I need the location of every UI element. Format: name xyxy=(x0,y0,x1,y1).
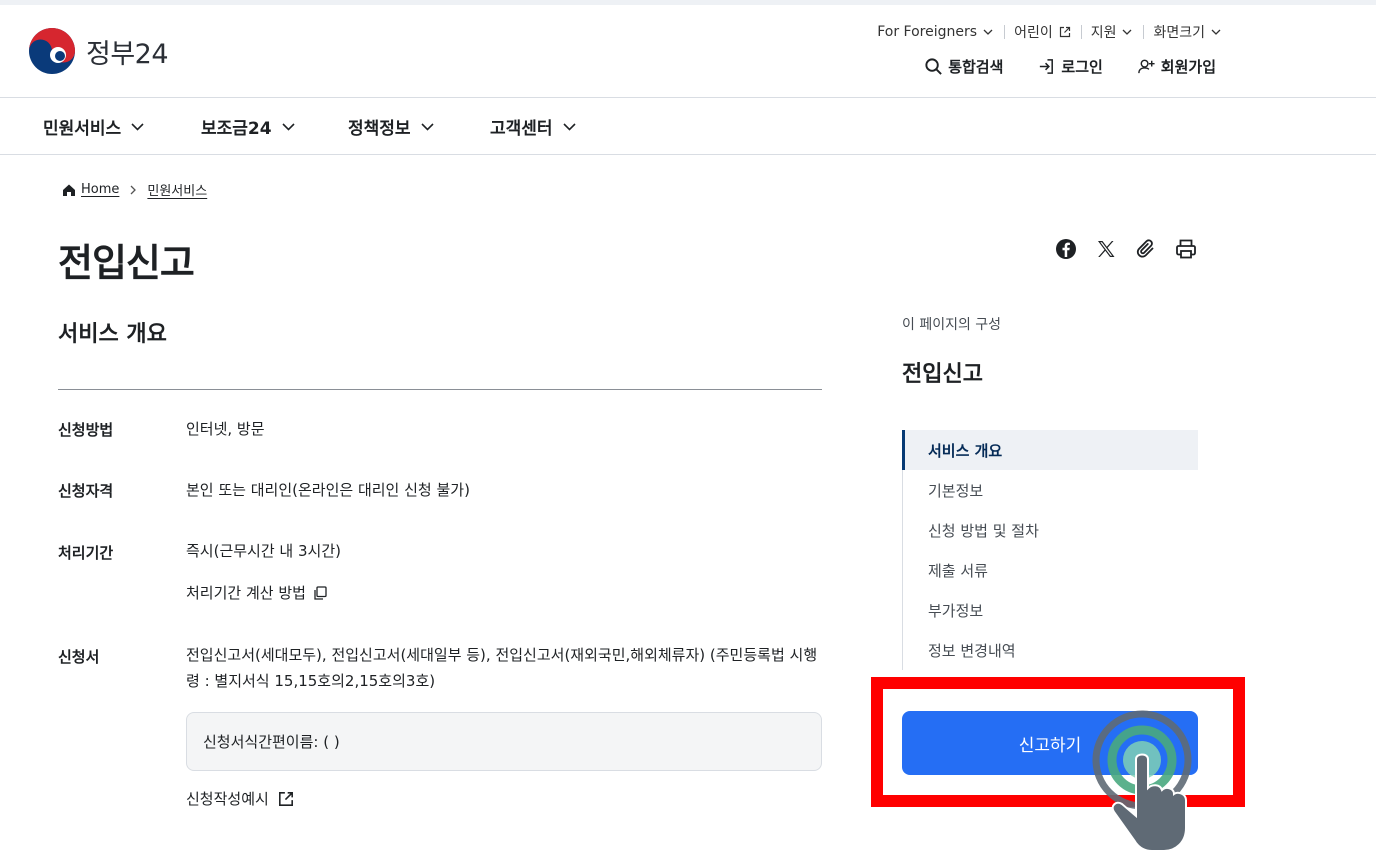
facebook-share-button[interactable] xyxy=(1054,237,1078,261)
divider xyxy=(58,389,822,390)
method-value: 인터넷, 방문 xyxy=(186,420,265,438)
for-foreigners-menu[interactable]: For Foreigners xyxy=(867,24,1004,40)
integrated-search-button[interactable]: 통합검색 xyxy=(924,56,1003,77)
signup-label: 회원가입 xyxy=(1160,58,1216,76)
tap-cursor-icon xyxy=(1092,710,1192,852)
toc-title: 전입신고 xyxy=(902,362,983,387)
kids-label: 어린이 xyxy=(1014,25,1053,41)
utility-menu: For Foreigners 어린이 지원 화면크기 xyxy=(867,22,1222,42)
share-tools xyxy=(1054,237,1214,261)
eligibility-label: 신청자격 xyxy=(58,482,114,500)
toc-item-method-procedure[interactable]: 신청 방법 및 절차 xyxy=(903,510,1198,550)
method-label: 신청방법 xyxy=(58,421,114,439)
form-label: 신청서 xyxy=(58,648,100,666)
x-icon xyxy=(1098,241,1115,257)
clip-icon xyxy=(1136,239,1154,258)
logo[interactable]: 정부24 xyxy=(28,27,169,75)
period-calc-link[interactable]: 처리기간 계산 방법 xyxy=(186,580,822,606)
x-share-button[interactable] xyxy=(1094,237,1118,261)
print-button[interactable] xyxy=(1174,237,1198,261)
toc-item-service-overview[interactable]: 서비스 개요 xyxy=(902,430,1198,470)
breadcrumb: Home 민원서비스 xyxy=(62,180,207,199)
copy-icon xyxy=(314,586,327,600)
auth-menu: 통합검색 로그인 회원가입 xyxy=(890,56,1216,77)
toc-item-documents[interactable]: 제출 서류 xyxy=(903,550,1198,590)
chevron-down-icon xyxy=(131,123,144,131)
section-title: 서비스 개요 xyxy=(58,322,167,347)
chevron-down-icon xyxy=(983,29,993,35)
form-short-name-text: 신청서식간편이름: ( ) xyxy=(203,733,340,751)
gnb-item-policy[interactable]: 정책정보 xyxy=(348,114,435,139)
taegeuk-logo-icon xyxy=(29,28,75,74)
period-label: 처리기간 xyxy=(58,544,114,562)
screen-size-label: 화면크기 xyxy=(1153,25,1205,41)
chevron-down-icon xyxy=(420,123,434,131)
toc-list: 서비스 개요 기본정보 신청 방법 및 절차 제출 서류 부가정보 정보 변경내… xyxy=(902,430,1198,670)
form-example-link[interactable]: 신청작성예시 xyxy=(186,786,822,812)
gnb-item-label: 정책정보 xyxy=(348,119,411,139)
screen-size-menu[interactable]: 화면크기 xyxy=(1143,22,1222,42)
gnb-item-label: 고객센터 xyxy=(490,119,553,139)
login-button[interactable]: 로그인 xyxy=(1037,56,1103,77)
gnb-item-civil-services[interactable]: 민원서비스 xyxy=(43,114,145,139)
chevron-down-icon xyxy=(1211,29,1221,35)
external-link-icon xyxy=(1059,26,1070,38)
eligibility-value: 본인 또는 대리인(온라인은 대리인 신청 불가) xyxy=(186,481,470,499)
chevron-right-icon xyxy=(130,185,137,194)
chevron-down-icon xyxy=(562,123,576,131)
toc-item-change-history[interactable]: 정보 변경내역 xyxy=(903,630,1198,670)
copy-link-button[interactable] xyxy=(1134,237,1158,261)
chevron-down-icon xyxy=(1123,29,1132,35)
support-menu[interactable]: 지원 xyxy=(1080,22,1144,42)
global-nav: 민원서비스 보조금24 정책정보 고객센터 xyxy=(0,98,1376,155)
breadcrumb-civil-services[interactable]: 민원서비스 xyxy=(147,180,207,199)
signup-button[interactable]: 회원가입 xyxy=(1137,56,1216,77)
toc-item-basic-info[interactable]: 기본정보 xyxy=(903,470,1198,510)
form-value: 전입신고서(세대모두), 전입신고서(세대일부 등), 전입신고서(재외국민,해… xyxy=(186,646,818,690)
toc-item-additional-info[interactable]: 부가정보 xyxy=(903,590,1198,630)
chevron-down-icon xyxy=(282,123,295,131)
gnb-item-label: 민원서비스 xyxy=(43,119,122,139)
for-foreigners-label: For Foreigners xyxy=(877,24,978,40)
print-icon xyxy=(1176,239,1196,259)
logo-text: 정부24 xyxy=(86,38,169,70)
home-icon xyxy=(63,184,75,196)
kids-link[interactable]: 어린이 xyxy=(1004,22,1081,42)
facebook-icon xyxy=(1056,239,1076,259)
support-label: 지원 xyxy=(1090,25,1117,41)
gnb-item-label: 보조금24 xyxy=(201,119,272,139)
gnb-item-customer-center[interactable]: 고객센터 xyxy=(490,114,577,139)
login-icon xyxy=(1040,59,1054,74)
form-example-label: 신청작성예시 xyxy=(186,790,269,808)
login-label: 로그인 xyxy=(1061,58,1103,76)
period-value: 즉시(근무시간 내 3시간) xyxy=(186,542,341,560)
integrated-search-label: 통합검색 xyxy=(948,58,1004,76)
period-calc-label: 처리기간 계산 방법 xyxy=(186,584,306,602)
external-link-icon xyxy=(278,792,293,806)
add-user-icon xyxy=(1137,59,1155,74)
page-title: 전입신고 xyxy=(58,241,195,285)
breadcrumb-home[interactable]: Home xyxy=(81,182,119,197)
toc-caption: 이 페이지의 구성 xyxy=(902,317,1002,333)
search-icon xyxy=(925,58,942,75)
form-short-name-box: 신청서식간편이름: ( ) xyxy=(186,712,822,771)
header: 정부24 For Foreigners 어린이 지원 화면크기 통합검색 로그인 xyxy=(0,5,1376,98)
gnb-item-subsidy[interactable]: 보조금24 xyxy=(201,114,296,139)
